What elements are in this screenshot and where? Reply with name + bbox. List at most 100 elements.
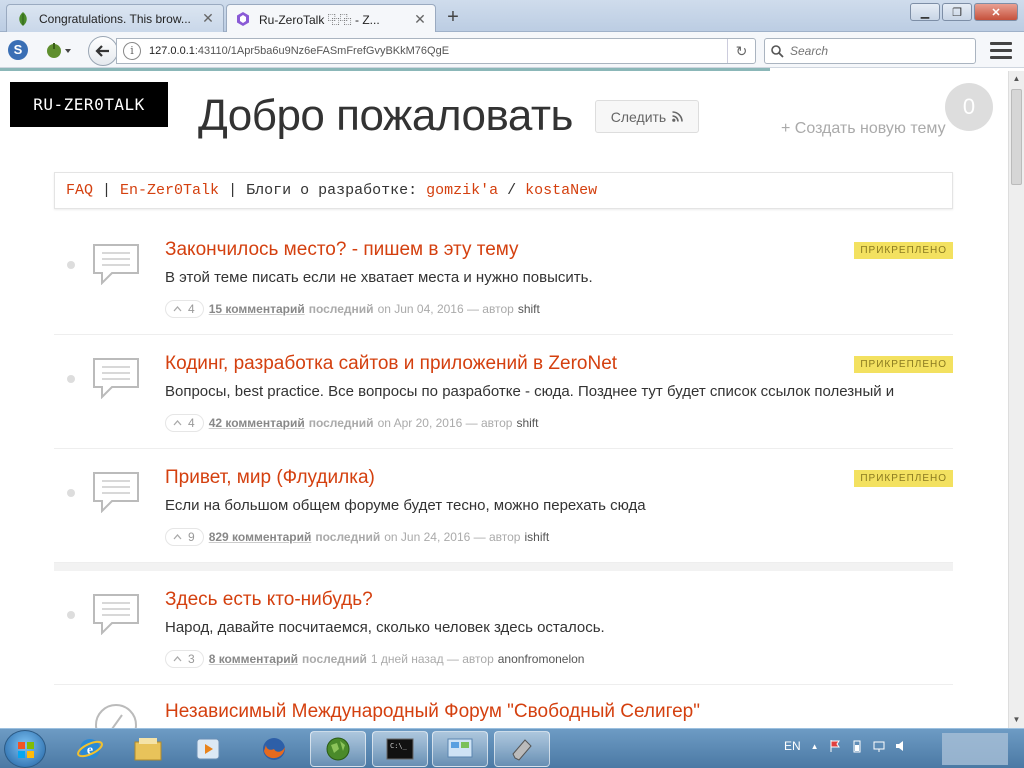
taskbar-file-explorer[interactable]: [120, 731, 176, 767]
taskbar-media-player[interactable]: [180, 731, 236, 767]
comments-link[interactable]: 8 комментарий: [209, 652, 298, 666]
pinned-badge: ПРИКРЕПЛЕНО: [854, 242, 953, 259]
upvote-button[interactable]: 9: [165, 528, 204, 546]
windows-taskbar: e C:\_ EN ▲: [0, 728, 1024, 768]
taskbar-firefox[interactable]: [246, 731, 302, 767]
topic-author[interactable]: shift: [518, 302, 540, 316]
topic-date: 1 дней назад — автор: [370, 652, 494, 666]
language-indicator[interactable]: EN: [784, 739, 801, 753]
section-separator: [54, 563, 953, 571]
maximize-button[interactable]: ❐: [942, 3, 972, 21]
address-bar[interactable]: i 127.0.0.1:43110/1Apr5ba6u9Nz6eFASmFref…: [116, 38, 756, 64]
back-button[interactable]: [88, 36, 118, 66]
vertical-scrollbar[interactable]: ▲ ▼: [1008, 71, 1024, 728]
site-logo[interactable]: RU-ZER0TALK: [10, 82, 168, 127]
new-tab-button[interactable]: +: [444, 6, 462, 29]
network-icon[interactable]: [873, 739, 885, 753]
tab-close-icon[interactable]: ✕: [413, 11, 427, 28]
comments-link[interactable]: 42 комментарий: [209, 416, 305, 430]
clock-area[interactable]: [942, 733, 1008, 765]
windows-logo-icon: [18, 742, 34, 758]
unread-dot: [67, 489, 75, 497]
search-input[interactable]: [790, 44, 970, 58]
en-zerotalk-link[interactable]: En-Zer0Talk: [120, 182, 219, 199]
topic-author[interactable]: shift: [516, 416, 538, 430]
tab-title: Congratulations. This brow...: [39, 11, 191, 26]
topic-title[interactable]: Здесь есть кто-нибудь?: [165, 589, 373, 611]
topic-item[interactable]: Независимый Международный Форум "Свободн…: [54, 685, 953, 728]
user-count-badge[interactable]: 0: [945, 83, 993, 131]
search-box[interactable]: [764, 38, 976, 64]
battery-icon[interactable]: [851, 739, 863, 753]
scroll-down-arrow-icon[interactable]: ▼: [1009, 712, 1024, 728]
upvote-button[interactable]: 3: [165, 650, 204, 668]
unread-dot: [67, 611, 75, 619]
topic-item[interactable]: Закончилось место? - пишем в эту тему В …: [54, 221, 953, 335]
topic-author[interactable]: ishift: [524, 530, 549, 544]
links-bar: FAQ | En-Zer0Talk | Блоги о разработке: …: [54, 172, 953, 209]
url-path: :43110/1Apr5ba6u9Nz6eFASmFrefGvyBKkM76Qg…: [194, 45, 450, 57]
topic-description: Народ, давайте посчитаемся, сколько чело…: [165, 619, 605, 636]
reload-icon[interactable]: ↻: [727, 39, 755, 63]
command-prompt-icon: C:\_: [386, 738, 414, 760]
follow-label: Следить: [610, 108, 667, 125]
taskbar-command-prompt[interactable]: C:\_: [372, 731, 428, 767]
comments-link[interactable]: 15 комментарий: [209, 302, 305, 316]
topic-meta: 4 42 комментарий последний on Apr 20, 20…: [165, 414, 538, 432]
topic-title[interactable]: Закончилось место? - пишем в эту тему: [165, 239, 519, 261]
volume-icon[interactable]: [895, 739, 907, 753]
close-window-button[interactable]: ✕: [974, 3, 1018, 21]
topic-title[interactable]: Независимый Международный Форум "Свободн…: [165, 701, 700, 723]
scroll-up-arrow-icon[interactable]: ▲: [1009, 71, 1024, 87]
zeronet-globe-icon: [326, 737, 350, 761]
upvote-button[interactable]: 4: [165, 414, 204, 432]
taskbar-zeronet[interactable]: [310, 731, 366, 767]
new-topic-link[interactable]: + Создать новую тему: [781, 120, 946, 138]
taskbar-internet-explorer[interactable]: e: [62, 731, 118, 767]
pen-tool-icon: [512, 739, 532, 761]
tab-ru-zerotalk[interactable]: Ru-ZeroTalk ⿻⿻ - Z... ✕: [226, 4, 436, 33]
start-button[interactable]: [4, 730, 46, 768]
tab-congratulations[interactable]: Congratulations. This brow... ✕: [6, 4, 224, 32]
topic-item[interactable]: Привет, мир (Флудилка) Если на большом о…: [54, 449, 953, 563]
s-extension-icon[interactable]: S: [8, 40, 28, 60]
vote-count: 4: [188, 416, 195, 430]
topic-date: on Apr 20, 2016 — автор: [377, 416, 513, 430]
control-panel-icon: [447, 738, 473, 758]
firefox-icon: [263, 738, 285, 760]
pinned-badge: ПРИКРЕПЛЕНО: [854, 470, 953, 487]
topic-description: В этой теме писать если не хватает места…: [165, 269, 593, 286]
topic-item[interactable]: Здесь есть кто-нибудь? Народ, давайте по…: [54, 571, 953, 685]
tray-expand-icon[interactable]: ▲: [811, 742, 819, 751]
last-label: последний: [302, 652, 367, 666]
svg-text:C:\_: C:\_: [390, 742, 408, 750]
topic-author[interactable]: anonfromonelon: [498, 652, 585, 666]
site-info-icon[interactable]: i: [123, 42, 141, 60]
comments-link[interactable]: 829 комментарий: [209, 530, 312, 544]
taskbar-control-panel[interactable]: [432, 731, 488, 767]
url-host: 127.0.0.1: [149, 45, 195, 57]
topic-title[interactable]: Кодинг, разработка сайтов и приложений в…: [165, 353, 617, 375]
kostanew-blog-link[interactable]: kostaNew: [525, 182, 597, 199]
zeronet-leaf-icon: [19, 11, 27, 26]
hamburger-menu-icon[interactable]: [990, 42, 1012, 60]
gomzik-blog-link[interactable]: gomzik'a: [426, 182, 498, 199]
taskbar-app[interactable]: [494, 731, 550, 767]
browser-tab-bar: Congratulations. This brow... ✕ Ru-ZeroT…: [0, 0, 1024, 33]
topic-item[interactable]: Кодинг, разработка сайтов и приложений в…: [54, 335, 953, 449]
tab-close-icon[interactable]: ✕: [201, 10, 215, 27]
links-blogs-text: | Блоги о разработке:: [219, 182, 427, 199]
minimize-button[interactable]: ▁: [910, 3, 940, 21]
topic-title[interactable]: Привет, мир (Флудилка): [165, 467, 375, 489]
upvote-button[interactable]: 4: [165, 300, 204, 318]
scrollbar-thumb[interactable]: [1011, 89, 1022, 185]
topic-meta: 3 8 комментарий последний 1 дней назад —…: [165, 650, 584, 668]
faq-link[interactable]: FAQ: [66, 182, 93, 199]
url-text[interactable]: 127.0.0.1:43110/1Apr5ba6u9Nz6eFASmFrefGv…: [149, 45, 727, 57]
follow-button[interactable]: Следить: [595, 100, 699, 133]
action-center-flag-icon[interactable]: [829, 739, 841, 753]
topic-meta: 9 829 комментарий последний on Jun 24, 2…: [165, 528, 549, 546]
topic-date: on Jun 24, 2016 — автор: [384, 530, 521, 544]
onion-extension-icon[interactable]: [44, 41, 74, 59]
links-separator: |: [93, 182, 121, 199]
